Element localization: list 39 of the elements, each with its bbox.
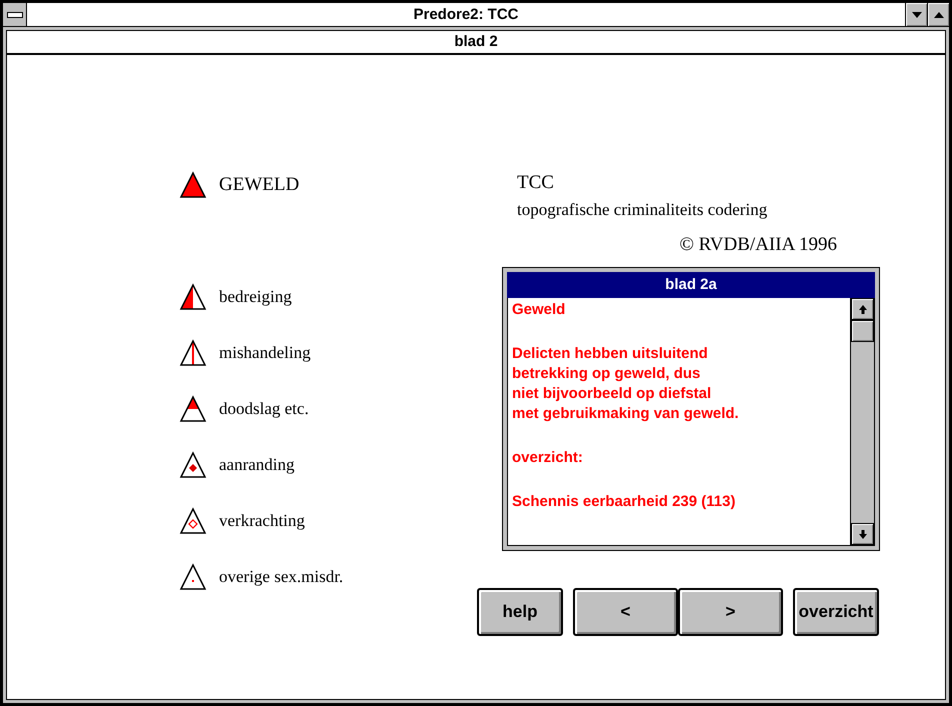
nav-button[interactable]: >: [678, 588, 783, 636]
legend-label: verkrachting: [219, 511, 305, 531]
down-arrow-icon: [858, 530, 866, 538]
half-filled-triangle-icon: [179, 283, 207, 311]
scroll-down-button[interactable]: [851, 523, 874, 545]
minimize-button[interactable]: [905, 3, 927, 26]
down-triangle-icon: [912, 12, 922, 18]
legend-label: bedreiging: [219, 287, 292, 307]
up-triangle-icon: [934, 12, 944, 18]
scroll-thumb[interactable]: [851, 320, 874, 342]
copyright-text: © RVDB/AIIA 1996: [678, 234, 838, 256]
maximize-button[interactable]: [927, 3, 949, 26]
panel-paragraph: Geweld: [512, 300, 566, 320]
info-title: TCC: [516, 172, 555, 194]
panel-paragraph: overzicht:: [512, 448, 584, 468]
window-title: Predore2: TCC: [412, 5, 520, 25]
panel-title: blad 2a: [507, 272, 875, 298]
scrollbar[interactable]: [850, 298, 874, 545]
panel-paragraph: Schennis eerbaarheid 239 (113): [512, 492, 736, 512]
legend-label: aanranding: [219, 455, 295, 475]
legend-label: doodslag etc.: [219, 399, 309, 419]
legend-label: mishandeling: [219, 343, 311, 363]
document-title: blad 2: [7, 31, 945, 55]
triangle-with-filled-top-icon: [179, 395, 207, 423]
triangle-with-hollow-diamond-icon: [179, 507, 207, 535]
nav-button[interactable]: overzicht: [793, 588, 879, 636]
scroll-up-button[interactable]: [851, 298, 874, 320]
legend-heading: GEWELD: [219, 174, 300, 196]
up-arrow-icon: [858, 304, 866, 314]
minus-icon: [6, 12, 22, 18]
info-subtitle: topografische criminaliteits codering: [516, 200, 768, 220]
filled-triangle-icon: [179, 171, 207, 199]
legend-label: overige sex.misdr.: [219, 567, 344, 587]
nav-button[interactable]: help: [477, 588, 563, 636]
nav-button[interactable]: <: [573, 588, 678, 636]
system-menu-button[interactable]: [3, 3, 27, 26]
triangle-with-diamond-icon: [179, 451, 207, 479]
triangle-with-line-icon: [179, 339, 207, 367]
panel-paragraph: Delicten hebben uitsluitend betrekking op geweld, dus niet bijvoorbeeld op diefstal met gebruikmaking van geweld.: [512, 344, 740, 424]
